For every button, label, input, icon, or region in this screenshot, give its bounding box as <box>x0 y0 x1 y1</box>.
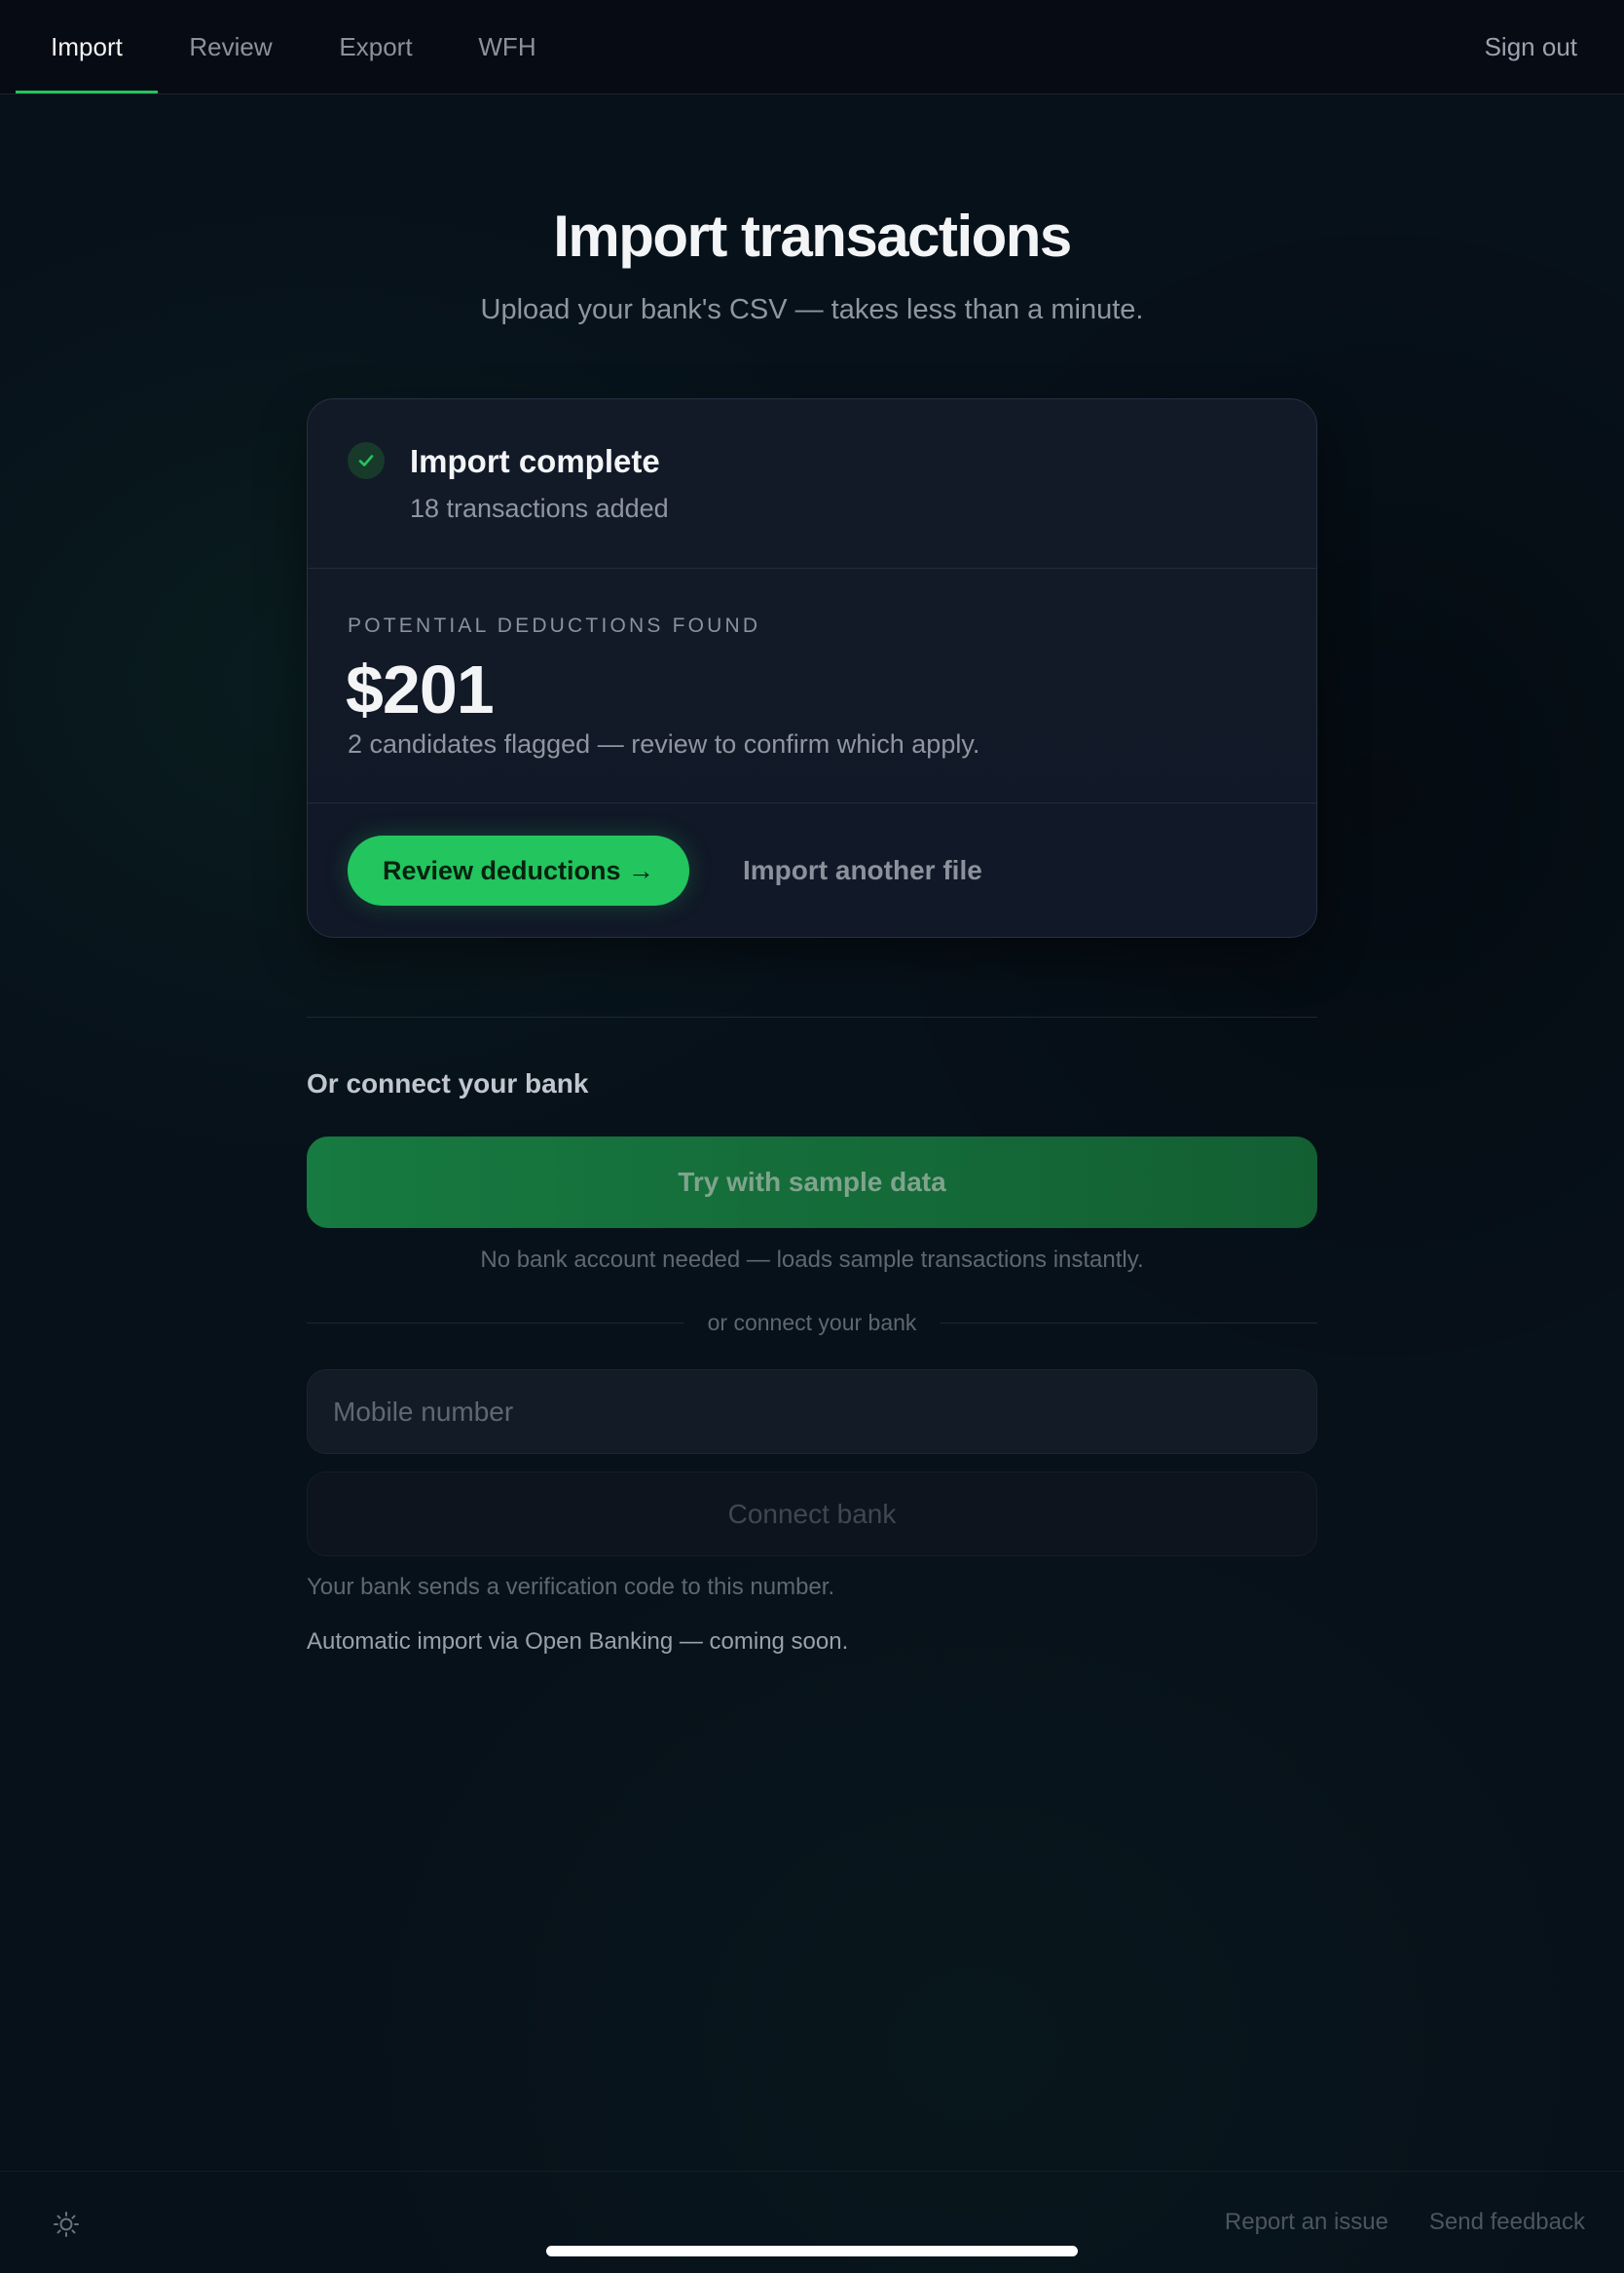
connect-bank-button[interactable]: Connect bank <box>307 1472 1317 1556</box>
deductions-amount: $201 <box>346 652 495 727</box>
check-icon <box>348 442 385 479</box>
transactions-added-count: 18 transactions added <box>410 494 669 523</box>
connect-bank-heading: Or connect your bank <box>307 1068 589 1099</box>
verification-note: Your bank sends a verification code to t… <box>307 1574 835 1600</box>
card-divider <box>308 568 1316 569</box>
footer: Report an issue Send feedback <box>0 2171 1624 2273</box>
tab-wfh[interactable]: WFH <box>461 0 553 93</box>
sun-icon[interactable] <box>50 2208 83 2241</box>
open-banking-note: Automatic import via Open Banking — comi… <box>307 1628 849 1655</box>
try-sample-data-button[interactable]: Try with sample data <box>307 1136 1317 1228</box>
sample-data-note: No bank account needed — loads sample tr… <box>480 1247 1144 1273</box>
import-result-card: Import complete 18 transactions added PO… <box>307 398 1317 938</box>
deductions-label: POTENTIAL DEDUCTIONS FOUND <box>348 615 761 637</box>
or-divider: or connect your bank <box>307 1308 1318 1337</box>
send-feedback-link[interactable]: Send feedback <box>1429 2209 1585 2236</box>
tab-review[interactable]: Review <box>171 0 290 93</box>
review-deductions-button[interactable]: Review deductions → <box>348 836 689 906</box>
sign-out-link[interactable]: Sign out <box>1485 0 1577 93</box>
page-title: Import transactions <box>553 204 1072 269</box>
card-divider <box>308 802 1316 803</box>
top-nav: Import Review Export WFH Sign out <box>0 0 1624 94</box>
home-indicator <box>546 2246 1078 2256</box>
tab-export[interactable]: Export <box>321 0 430 93</box>
import-complete-title: Import complete <box>410 443 660 479</box>
page-subtitle: Upload your bank's CSV — takes less than… <box>480 294 1144 325</box>
report-issue-link[interactable]: Report an issue <box>1225 2209 1388 2236</box>
section-divider <box>307 1017 1317 1018</box>
or-divider-label: or connect your bank <box>707 1309 917 1335</box>
mobile-number-input[interactable] <box>307 1369 1317 1454</box>
deductions-note: 2 candidates flagged — review to confirm… <box>348 729 980 759</box>
import-another-file-button[interactable]: Import another file <box>743 836 982 906</box>
tab-import[interactable]: Import <box>16 0 158 93</box>
